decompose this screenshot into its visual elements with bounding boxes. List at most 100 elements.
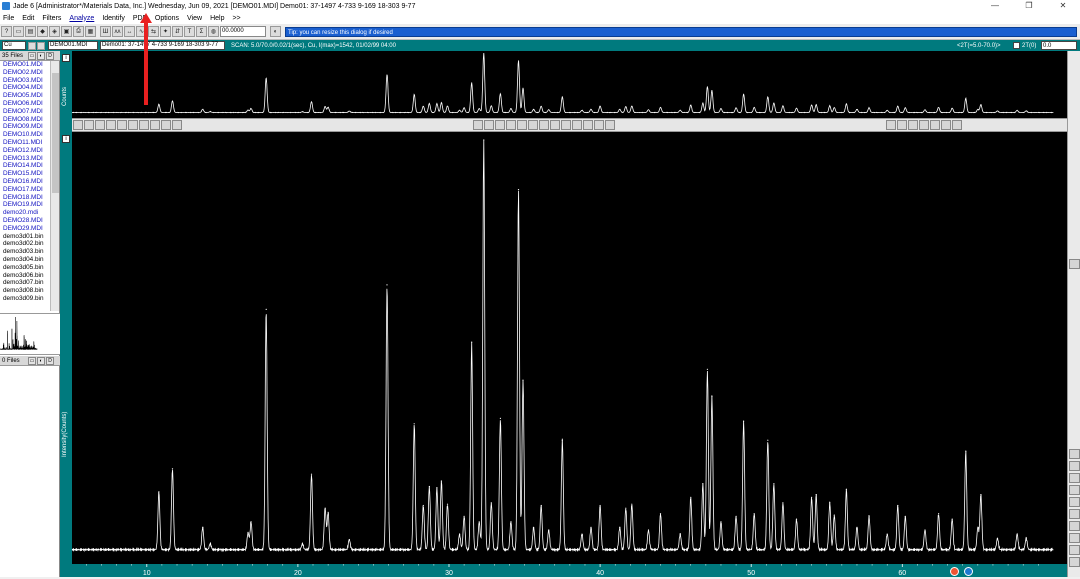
file-item[interactable]: DEMO18.MDI [0,194,50,202]
file-item[interactable]: demo3d04.bin [0,256,50,264]
main-plot[interactable] [70,132,1067,564]
menu-item-[interactable]: >> [232,15,240,22]
file-item[interactable]: demo3d03.bin [0,248,50,256]
file-item[interactable]: DEMO17.MDI [0,186,50,194]
folder2-icon[interactable]: ▭ [28,356,36,365]
side-tool-icon[interactable] [1069,473,1080,483]
side-tool-icon[interactable] [1069,485,1080,495]
side-tool-icon[interactable] [1069,521,1080,531]
file-item[interactable]: DEMO08.MDI [0,116,50,124]
menu-item-identify[interactable]: Identify [102,15,125,22]
side-tool-icon[interactable] [1069,509,1080,519]
step-up-icon[interactable] [897,120,907,130]
calc-icon[interactable]: Σ [196,26,207,37]
list-icon[interactable] [161,120,171,130]
side-tool-icon[interactable] [1069,461,1080,471]
file-item[interactable]: DEMO11.MDI [0,139,50,147]
file-item[interactable]: DEMO29.MDI [0,225,50,233]
refresh-icon[interactable]: ◐ [270,26,281,37]
minimize-button[interactable]: — [978,0,1012,12]
label-icon[interactable] [528,120,538,130]
scrollbar-thumb[interactable] [52,73,59,193]
file-item[interactable]: DEMO19.MDI [0,201,50,209]
file-item[interactable]: demo3d06.bin [0,272,50,280]
peak-fit-icon[interactable]: ʌʌ [112,26,123,37]
file-item[interactable]: demo3d09.bin [0,295,50,303]
file-list-scrollbar[interactable] [50,61,59,311]
text-icon[interactable]: T [184,26,195,37]
maximize-button[interactable]: ❐ [1012,0,1046,12]
file-item[interactable]: DEMO16.MDI [0,178,50,186]
peak-list-icon[interactable]: Ш [100,26,111,37]
pattern-select[interactable]: Demo01: 37-1497 4-733 9-169 18-303 9-77 [100,41,225,50]
stop-icon[interactable] [84,120,94,130]
reset-icon[interactable] [919,120,929,130]
marker-icon[interactable] [517,120,527,130]
sort-icon[interactable]: D [46,51,54,60]
globe-icon[interactable]: ◍ [208,26,219,37]
file-item[interactable]: demo3d08.bin [0,287,50,295]
background-icon[interactable]: ↔ [124,26,135,37]
tray-icon[interactable] [964,566,973,576]
file-item[interactable]: DEMO03.MDI [0,77,50,85]
dspacing-icon[interactable] [539,120,549,130]
overview-plot[interactable] [71,51,1067,118]
scale-icon[interactable] [473,120,483,130]
side-tool-icon[interactable] [1069,497,1080,507]
smooth-icon[interactable]: ∿ [136,26,147,37]
file-item[interactable]: demo3d02.bin [0,240,50,248]
scan-icon[interactable] [28,41,36,50]
file-item[interactable]: DEMO06.MDI [0,100,50,108]
file-item[interactable]: DEMO15.MDI [0,170,50,178]
file-item[interactable]: DEMO02.MDI [0,69,50,77]
cursor-icon[interactable] [150,120,160,130]
two-theta-checkbox[interactable] [1013,42,1020,49]
file-item[interactable]: DEMO10.MDI [0,131,50,139]
peak-icon[interactable] [495,120,505,130]
stop2-icon[interactable] [941,120,951,130]
list-icon[interactable] [37,41,45,50]
step-down-icon[interactable] [908,120,918,130]
file-item[interactable]: DEMO12.MDI [0,147,50,155]
blank-icon[interactable] [172,120,182,130]
pan-right-icon[interactable] [128,120,138,130]
file-item[interactable]: DEMO14.MDI [0,162,50,170]
side-tool-icon[interactable] [1069,545,1080,555]
read-icon[interactable]: ▤ [25,26,36,37]
open-file-icon[interactable]: ▭ [13,26,24,37]
menu-item-help[interactable]: Help [210,15,224,22]
export-icon[interactable]: ▣ [61,26,72,37]
file-item[interactable]: DEMO04.MDI [0,84,50,92]
side-tool-icon[interactable] [1069,259,1080,269]
help2-icon[interactable] [605,120,615,130]
kalpha-icon[interactable] [550,120,560,130]
help-icon[interactable]: ? [1,26,12,37]
save-icon[interactable]: ◆ [37,26,48,37]
file-item[interactable]: DEMO01.MDI [0,61,50,69]
fit-icon[interactable] [139,120,149,130]
toggle-icon[interactable] [930,120,940,130]
zoom-out-icon[interactable] [106,120,116,130]
search-match-icon[interactable]: ⇆ [148,26,159,37]
file-item[interactable]: DEMO05.MDI [0,92,50,100]
pattern-list-icon[interactable] [886,120,896,130]
menu-item-filters[interactable]: Filters [42,15,61,22]
color-icon[interactable] [561,120,571,130]
side-tool-icon[interactable] [1069,557,1080,567]
brush-icon[interactable] [583,120,593,130]
overview-marker[interactable]: i [62,54,70,62]
grid-icon[interactable] [594,120,604,130]
file-select[interactable]: DEMO01.MDI [48,41,98,50]
file-item[interactable]: DEMO13.MDI [0,155,50,163]
menu-item-file[interactable]: File [3,15,14,22]
zoom-icon[interactable]: ✦ [160,26,171,37]
tray-icon[interactable] [950,566,959,576]
disk-icon[interactable]: ▦ [85,26,96,37]
help3-icon[interactable] [952,120,962,130]
help-icon[interactable] [73,120,83,130]
import-icon[interactable]: ◈ [49,26,60,37]
print-icon[interactable]: ⎙ [73,26,84,37]
zoom-select[interactable]: 00.0000 [220,26,266,37]
close-button[interactable]: ✕ [1046,0,1080,12]
zoom-icon[interactable] [484,120,494,130]
